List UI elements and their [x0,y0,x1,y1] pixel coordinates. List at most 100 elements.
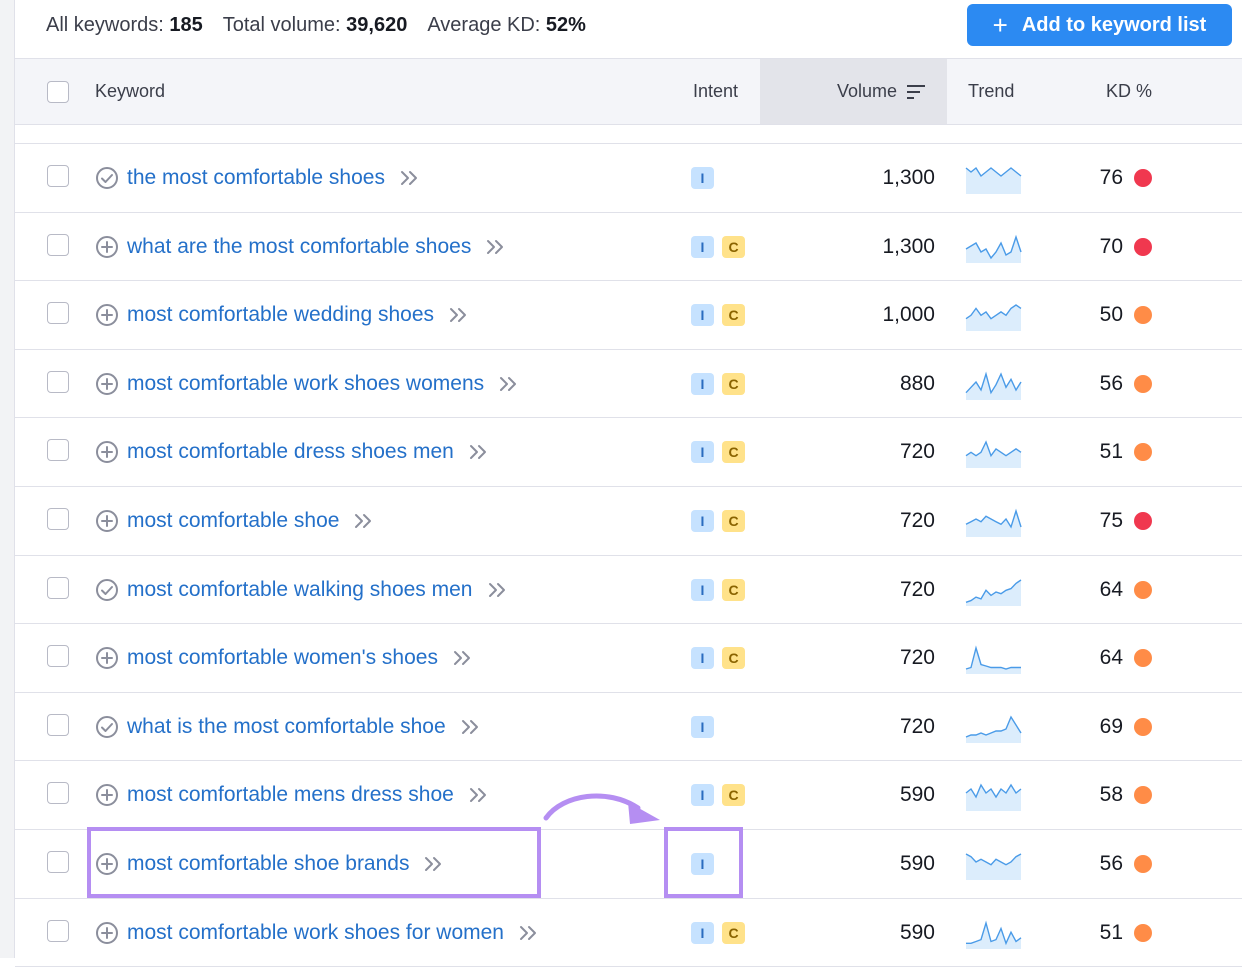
keyword-link[interactable]: most comfortable work shoes for women [127,899,538,967]
plus-circle-icon[interactable] [95,646,119,670]
highlight-intent-box [664,827,743,898]
trend-sparkline [965,166,1022,194]
kd-value: 51 [1099,440,1123,464]
keyword-column-header[interactable]: Keyword [95,59,165,124]
intent-badges: IC [691,578,753,601]
double-chevron-right-icon[interactable] [487,581,507,599]
table-spacer [15,124,1242,144]
kd-value: 64 [1099,646,1123,670]
row-checkbox[interactable] [47,713,69,736]
kd-difficulty-dot [1134,237,1152,256]
keyword-link[interactable]: most comfortable wedding shoes [127,281,468,349]
row-checkbox[interactable] [47,439,69,462]
kd-difficulty-dot [1134,855,1152,873]
trend-area [966,168,1021,194]
kd-difficulty-dot [1134,306,1152,325]
intent-badge-c: C [722,441,745,464]
keyword-link[interactable]: most comfortable shoe [127,487,373,555]
trend-area [966,373,1021,400]
table-row: what are the most comfortable shoes I C 1,3… [15,213,1242,282]
trend-sparkline [965,715,1022,743]
highlight-keyword-box [87,827,541,898]
intent-badge-i: I [691,647,714,670]
plus-circle-icon[interactable] [95,372,119,396]
double-chevron-right-icon[interactable] [468,786,488,804]
volume-value: 720 [899,440,935,464]
double-chevron-right-icon[interactable] [452,649,472,667]
keyword-link[interactable]: what are the most comfortable shoes [127,213,505,281]
table-row: what is the most comfortable shoe I 720 69 [15,693,1242,762]
row-checkbox[interactable] [47,302,69,325]
sort-descending-icon[interactable] [905,83,927,101]
keyword-link[interactable]: most comfortable mens dress shoe [127,761,488,829]
row-checkbox[interactable] [47,851,69,873]
plus-icon: + [992,10,1008,40]
double-chevron-right-icon[interactable] [448,306,468,324]
volume-value: 1,000 [882,303,935,327]
intent-badge-i: I [691,715,714,738]
kd-difficulty-dot [1134,169,1152,187]
intent-badges: IC [691,921,753,944]
volume-column-header[interactable]: Volume [837,59,927,124]
average-kd-stat: Average KD: 52% [427,13,586,36]
keyword-summary: All keywords: 185 Total volume: 39,620 A… [46,10,606,40]
plus-circle-icon[interactable] [95,440,119,464]
trend-area [966,305,1021,332]
plus-circle-icon[interactable] [95,509,119,533]
plus-circle-icon[interactable] [95,783,119,807]
trend-sparkline [965,508,1022,537]
trend-column-header[interactable]: Trend [968,59,1014,124]
row-checkbox[interactable] [47,233,69,256]
plus-circle-icon[interactable] [95,303,119,327]
keyword-link[interactable]: most comfortable dress shoes men [127,418,488,486]
intent-badge-i: I [691,784,714,807]
intent-badge-c: C [722,510,745,532]
keyword-link[interactable]: most comfortable walking shoes men [127,556,507,624]
select-all-checkbox[interactable] [47,81,69,103]
trend-area [966,511,1021,537]
intent-badges: IC [691,372,753,395]
keyword-link[interactable]: most comfortable work shoes womens [127,350,518,418]
volume-value: 720 [899,509,935,532]
row-checkbox[interactable] [47,645,69,668]
total-volume-stat: Total volume: 39,620 [222,13,408,36]
double-chevron-right-icon[interactable] [485,238,505,256]
double-chevron-right-icon[interactable] [460,718,480,736]
trend-sparkline [965,440,1022,469]
kd-difficulty-dot [1134,786,1152,805]
table-row: most comfortable shoe I C 720 75 [15,487,1242,556]
volume-value: 880 [899,371,935,395]
trend-sparkline [965,783,1022,812]
kd-value: 75 [1099,509,1123,532]
intent-badge-c: C [722,372,745,395]
add-to-keyword-list-button[interactable]: + Add to keyword list [967,4,1232,46]
kd-value: 69 [1099,714,1123,738]
table-row: the most comfortable shoes I 1,300 76 [15,144,1242,213]
keyword-link[interactable]: the most comfortable shoes [127,144,419,212]
volume-value: 720 [899,646,935,670]
row-checkbox[interactable] [47,782,69,805]
intent-badge-i: I [691,510,714,532]
double-chevron-right-icon[interactable] [468,443,488,461]
double-chevron-right-icon[interactable] [498,375,518,393]
row-checkbox[interactable] [47,165,69,187]
intent-column-header[interactable]: Intent [693,59,738,124]
check-circle-icon[interactable] [95,578,119,602]
intent-badge-c: C [722,921,745,944]
row-checkbox[interactable] [47,508,69,530]
keyword-link[interactable]: most comfortable women's shoes [127,624,472,692]
plus-circle-icon[interactable] [95,235,119,259]
row-checkbox[interactable] [47,919,69,942]
row-checkbox[interactable] [47,370,69,393]
check-circle-icon[interactable] [95,715,119,739]
double-chevron-right-icon[interactable] [518,924,538,942]
kd-column-header[interactable]: KD % [1106,59,1152,124]
row-checkbox[interactable] [47,576,69,599]
plus-circle-icon[interactable] [95,921,119,945]
kd-value: 56 [1099,371,1123,395]
volume-value: 720 [899,714,935,738]
double-chevron-right-icon[interactable] [399,169,419,187]
keyword-link[interactable]: what is the most comfortable shoe [127,693,480,761]
double-chevron-right-icon[interactable] [353,512,373,530]
check-circle-icon[interactable] [95,166,119,190]
